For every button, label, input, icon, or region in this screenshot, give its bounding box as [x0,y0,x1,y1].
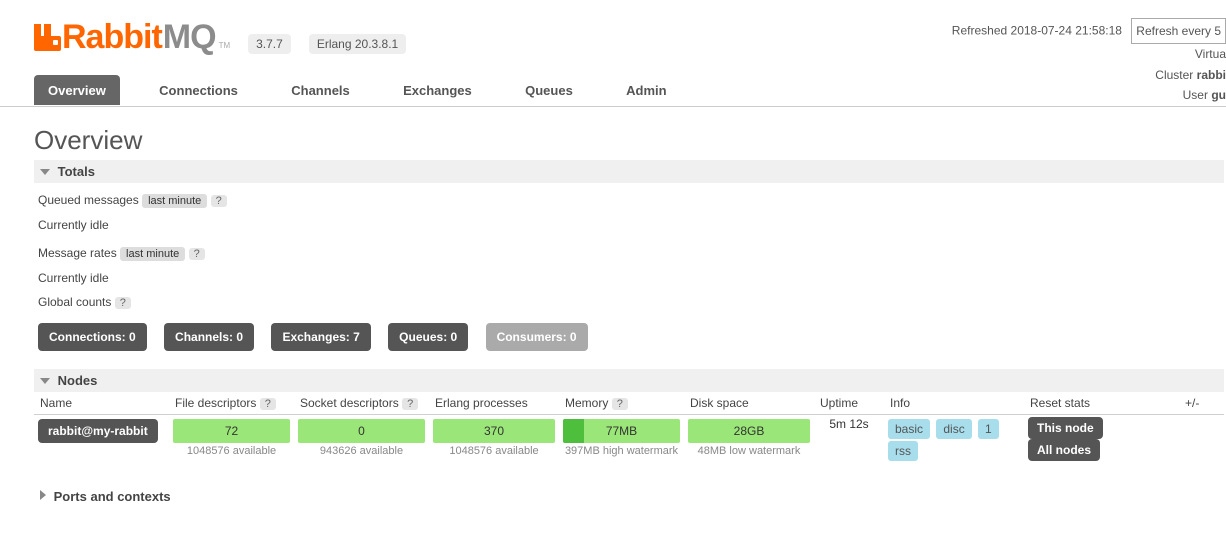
section-ports-label: Ports and contexts [54,489,171,504]
th-sd[interactable]: Socket descriptors ? [294,392,429,415]
node-row: rabbit@my-rabbit 72 1048576 available 0 … [34,415,1224,464]
tab-connections[interactable]: Connections [145,75,252,105]
th-name[interactable]: Name [34,392,169,415]
ep-value: 370 [433,419,555,443]
disk-value: 28GB [688,419,810,443]
rates-help[interactable]: ? [189,248,205,260]
refreshed-label: Refreshed [952,23,1007,37]
th-info[interactable]: Info [884,392,1024,415]
th-reset[interactable]: Reset stats [1024,392,1179,415]
count-exchanges[interactable]: Exchanges: 7 [271,323,370,351]
tab-exchanges[interactable]: Exchanges [389,75,486,105]
th-ep[interactable]: Erlang processes [429,392,559,415]
chevron-down-icon [40,169,50,175]
fd-avail: 1048576 available [173,445,290,457]
message-rates-label: Message rates [38,246,117,260]
queued-help[interactable]: ? [211,195,227,207]
th-tail[interactable]: +/- [1179,392,1224,415]
reset-all-nodes-button[interactable]: All nodes [1028,439,1100,461]
count-consumers[interactable]: Consumers: 0 [486,323,588,351]
th-uptime[interactable]: Uptime [814,392,884,415]
sd-avail: 943626 available [298,445,425,457]
count-channels[interactable]: Channels: 0 [164,323,254,351]
count-connections[interactable]: Connections: 0 [38,323,147,351]
mem-value: 77MB [563,419,680,443]
rabbitmq-icon [34,24,62,52]
logo-text-mq: MQ [163,18,216,57]
th-mem[interactable]: Memory ? [559,392,684,415]
mem-help[interactable]: ? [612,398,628,410]
th-fd[interactable]: File descriptors ? [169,392,294,415]
disk-sub: 48MB low watermark [688,445,810,457]
tab-overview[interactable]: Overview [34,75,120,105]
queued-messages-label: Queued messages [38,193,139,207]
node-name[interactable]: rabbit@my-rabbit [38,419,158,443]
info-disc: disc [936,419,971,439]
section-ports-header[interactable]: Ports and contexts [34,485,1224,508]
refresh-interval-select[interactable]: Refresh every 5 [1131,18,1226,44]
erlang-badge: Erlang 20.3.8.1 [309,34,406,54]
logo-text-rabbit: Rabbit [62,18,162,57]
count-queues[interactable]: Queues: 0 [388,323,468,351]
info-basic: basic [888,419,930,439]
tab-admin[interactable]: Admin [612,75,680,105]
section-nodes-header[interactable]: Nodes [34,369,1224,392]
fd-value: 72 [173,419,290,443]
section-totals-header[interactable]: Totals [34,160,1224,183]
ep-avail: 1048576 available [433,445,555,457]
uptime-value: 5m 12s [814,415,884,464]
tab-channels[interactable]: Channels [277,75,364,105]
sd-value: 0 [298,419,425,443]
rates-idle: Currently idle [38,271,1226,285]
queued-idle: Currently idle [38,218,1226,232]
rates-range-pill[interactable]: last minute [120,247,185,261]
reset-this-node-button[interactable]: This node [1028,417,1103,439]
chevron-right-icon [40,490,46,500]
version-badge: 3.7.7 [248,34,291,54]
virtual-host-line: Virtua [952,44,1226,64]
section-nodes-label: Nodes [58,373,98,388]
global-counts-help[interactable]: ? [115,297,131,309]
global-counts-label: Global counts [38,295,111,309]
mem-used-bar [563,419,584,443]
refreshed-time: 2018-07-24 21:58:18 [1011,23,1122,37]
th-disk[interactable]: Disk space [684,392,814,415]
info-rss: rss [888,441,918,461]
mem-sub: 397MB high watermark [563,445,680,457]
section-totals-label: Totals [58,164,95,179]
rabbitmq-logo[interactable]: Rabbit MQ TM 3.7.7 Erlang 20.3.8.1 [34,18,406,57]
page-title: Overview [34,125,1226,156]
sd-help[interactable]: ? [402,398,418,410]
tab-queues[interactable]: Queues [511,75,587,105]
chevron-down-icon [40,378,50,384]
logo-tm: TM [219,41,231,50]
info-1: 1 [978,419,999,439]
nodes-table: Name File descriptors ? Socket descripto… [34,392,1224,463]
queued-range-pill[interactable]: last minute [142,194,207,208]
main-tabs: Overview Connections Channels Exchanges … [34,75,1226,107]
fd-help[interactable]: ? [260,398,276,410]
